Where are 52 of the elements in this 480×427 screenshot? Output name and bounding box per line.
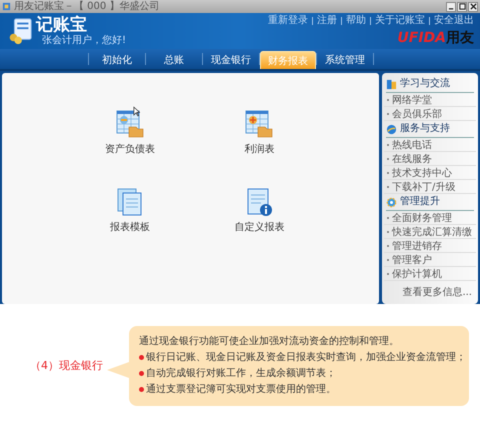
- sidebar-link[interactable]: 全面财务管理: [384, 211, 476, 225]
- sidebar-link[interactable]: 管理进销存: [384, 239, 476, 253]
- report-item[interactable]: 利润表: [244, 109, 274, 156]
- close-icon: [470, 3, 476, 10]
- sidebar-link[interactable]: 快速完成汇算清缴: [384, 225, 476, 239]
- gear-icon: [386, 196, 397, 208]
- spreadsheet-icon: [244, 109, 274, 139]
- sidebar-link[interactable]: 会员俱乐部: [384, 107, 476, 121]
- more-info-link[interactable]: 查看更多信息...: [384, 285, 476, 299]
- callout-text: 通过支票登记簿可实现对支票使用的管理。: [146, 382, 336, 396]
- book-icon: [386, 78, 397, 90]
- sidebar-link[interactable]: 在线服务: [384, 152, 476, 166]
- sidebar-link[interactable]: 网络学堂: [384, 93, 476, 107]
- sidebar-link[interactable]: 保护计算机: [384, 267, 476, 281]
- report-item[interactable]: 资产负债表: [104, 109, 155, 156]
- header-link[interactable]: 安全退出: [434, 15, 474, 27]
- header-link[interactable]: 重新登录: [268, 15, 308, 27]
- header-link[interactable]: 帮助: [346, 15, 366, 27]
- sidebar-link[interactable]: 管理客户: [384, 253, 476, 267]
- sidebar-heading: 学习与交流: [400, 78, 450, 90]
- callout-text: 银行日记账、现金日记账及资金日报表实时查询，加强企业资金流管理；: [146, 350, 466, 364]
- section-label: （4）现金银行: [30, 358, 103, 373]
- sidebar-link[interactable]: 热线电话: [384, 138, 476, 152]
- bullet-icon: [139, 371, 144, 376]
- app-icon: [2, 2, 11, 11]
- bullet-icon: [139, 387, 144, 392]
- globe-icon: [386, 124, 397, 134]
- report-item[interactable]: 自定义报表: [234, 186, 284, 234]
- header-link[interactable]: 注册: [317, 15, 337, 27]
- maximize-icon: [458, 3, 466, 10]
- greeting-text: 张会计用户，您好!: [42, 35, 126, 46]
- sidebar-heading: 服务与支持: [400, 123, 450, 135]
- spreadsheet-icon: [114, 109, 145, 139]
- callout-text: 自动完成银行对账工作，生成余额调节表；: [146, 366, 336, 380]
- report-item[interactable]: 报表模板: [110, 186, 150, 234]
- nav-tab[interactable]: 初始化: [89, 51, 145, 69]
- bullet-icon: [139, 355, 144, 360]
- nav-tab[interactable]: 现金银行: [203, 51, 259, 69]
- nav-tab[interactable]: 系统管理: [317, 51, 373, 69]
- brand-logo: UFIDA用友: [397, 30, 474, 46]
- window-title: 用友记账宝－【 000 】华盛公司: [14, 0, 160, 12]
- sidebar-link[interactable]: 技术支持中心: [384, 166, 476, 180]
- callout-text: 通过现金银行功能可使企业加强对流动资金的控制和管理。: [139, 334, 400, 348]
- app-logo: 记账宝: [36, 16, 87, 35]
- nav-tab[interactable]: 总账: [146, 51, 202, 69]
- sidebar-link[interactable]: 下载补丁/升级: [384, 180, 476, 194]
- minimize-button[interactable]: [446, 2, 456, 12]
- sidebar-heading: 管理提升: [400, 196, 440, 208]
- header-link[interactable]: 关于记账宝: [375, 15, 425, 27]
- mouse-cursor-icon: [133, 106, 140, 117]
- maximize-button[interactable]: [457, 2, 467, 12]
- close-button[interactable]: [468, 2, 478, 12]
